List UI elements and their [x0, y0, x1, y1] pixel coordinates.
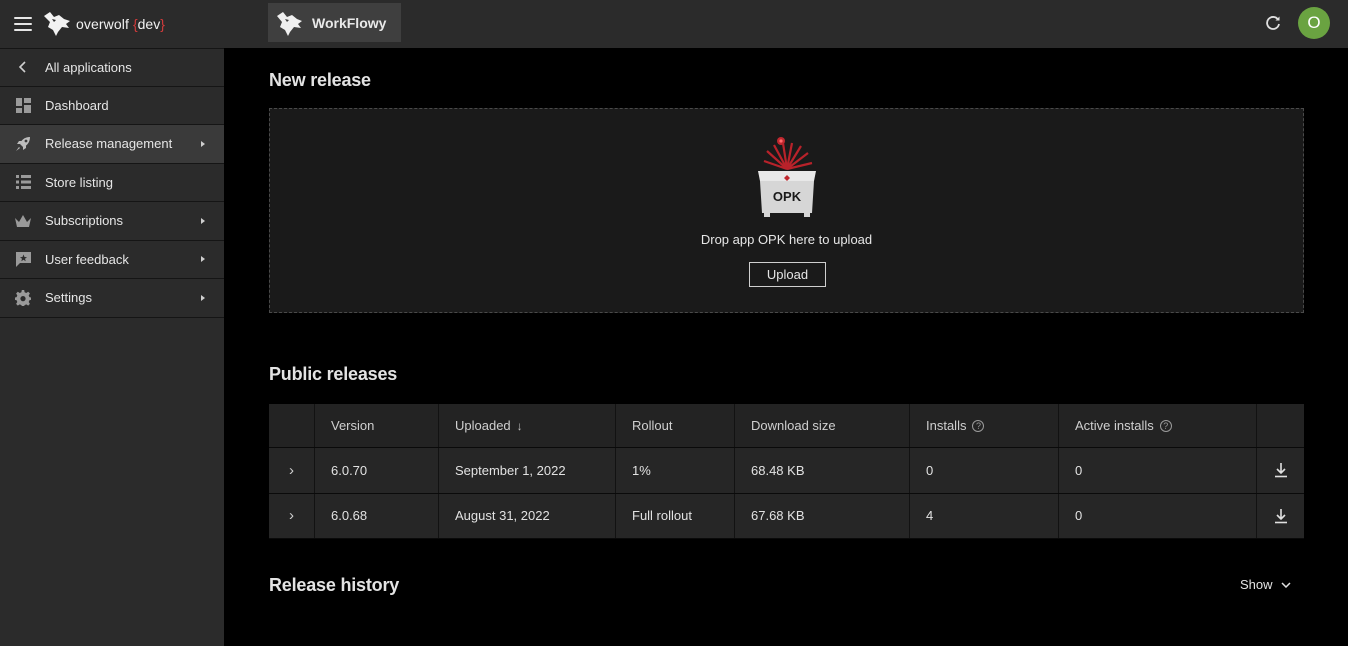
release-history-toggle[interactable]: Show — [1240, 577, 1291, 592]
opk-label: OPK — [773, 189, 802, 204]
wolf-logo-icon — [44, 12, 70, 36]
sidebar-item-user-feedback[interactable]: User feedback — [0, 241, 224, 279]
feedback-icon — [15, 251, 31, 267]
sidebar-nav: All applications Dashboard Release manag… — [0, 48, 224, 318]
new-release-title: New release — [269, 70, 371, 90]
sidebar-item-label: Settings — [45, 290, 92, 306]
dashboard-icon — [15, 97, 31, 113]
caret-right-icon — [201, 256, 205, 263]
table-header: Version Uploaded ↓ Rollout Download size … — [269, 404, 1304, 448]
rocket-icon — [15, 136, 31, 152]
column-header-version[interactable]: Version — [315, 404, 439, 447]
uploaded-cell: August 31, 2022 — [439, 493, 616, 538]
sidebar-item-dashboard[interactable]: Dashboard — [0, 87, 224, 125]
download-button[interactable] — [1257, 494, 1304, 539]
download-button[interactable] — [1257, 448, 1304, 493]
download-size-cell: 67.68 KB — [735, 493, 910, 538]
sidebar-item-subscriptions[interactable]: Subscriptions — [0, 202, 224, 241]
expand-row-button[interactable]: › — [269, 448, 315, 493]
column-header-download-size[interactable]: Download size — [735, 404, 910, 447]
upload-button[interactable]: Upload — [749, 262, 826, 287]
chevron-right-icon: › — [289, 507, 294, 525]
opk-drop-zone[interactable]: OPK Drop app OPK here to upload Upload — [269, 108, 1304, 313]
app-name: WorkFlowy — [312, 14, 387, 31]
brand-suffix: {dev} — [132, 16, 165, 32]
list-icon — [15, 174, 31, 190]
public-releases-table: Version Uploaded ↓ Rollout Download size … — [269, 404, 1304, 539]
caret-right-icon — [201, 217, 205, 224]
download-column-header — [1257, 404, 1304, 447]
caret-right-icon — [201, 140, 205, 147]
sidebar-item-store-listing[interactable]: Store listing — [0, 164, 224, 202]
sidebar-item-label: Subscriptions — [45, 213, 124, 229]
column-header-installs[interactable]: Installs? — [910, 404, 1059, 447]
version-cell: 6.0.70 — [315, 448, 439, 493]
chevron-left-icon — [15, 59, 31, 75]
app-selector[interactable]: WorkFlowy — [268, 3, 401, 42]
rollout-cell: 1% — [616, 448, 735, 493]
help-icon[interactable]: ? — [1159, 419, 1172, 432]
public-releases-title: Public releases — [269, 364, 398, 384]
download-size-cell: 68.48 KB — [735, 448, 910, 493]
sidebar-item-release-management[interactable]: Release management — [0, 125, 224, 164]
table-row: › 6.0.68 August 31, 2022 Full rollout 67… — [269, 493, 1304, 539]
column-header-rollout[interactable]: Rollout — [616, 404, 735, 447]
help-icon[interactable]: ? — [972, 419, 985, 432]
crown-icon — [15, 213, 31, 229]
menu-icon[interactable] — [14, 17, 32, 31]
sidebar-item-label: Release management — [45, 136, 173, 152]
sort-arrow-down-icon: ↓ — [516, 418, 523, 433]
sidebar-item-label: User feedback — [45, 251, 129, 267]
uploaded-cell: September 1, 2022 — [439, 448, 616, 493]
sidebar-item-settings[interactable]: Settings — [0, 279, 224, 318]
version-cell: 6.0.68 — [315, 493, 439, 538]
installs-cell: 4 — [910, 493, 1059, 538]
chevron-right-icon: › — [289, 461, 294, 479]
gear-icon — [15, 289, 31, 306]
overwolf-logo[interactable]: overwolf {dev} — [42, 10, 165, 38]
column-header-active-installs[interactable]: Active installs? — [1059, 404, 1257, 447]
download-icon — [1274, 508, 1287, 524]
chevron-down-icon — [1281, 581, 1291, 588]
avatar[interactable]: O — [1298, 7, 1330, 39]
main-content: New release OPK Drop app OPK here to upl… — [224, 48, 1348, 646]
brand-bar: overwolf {dev} — [0, 0, 224, 48]
rollout-cell: Full rollout — [616, 493, 735, 538]
topbar: WorkFlowy O — [224, 0, 1348, 48]
sidebar: overwolf {dev} All applications Dashboar… — [0, 0, 224, 646]
drop-instructions: Drop app OPK here to upload — [700, 232, 873, 247]
caret-right-icon — [201, 294, 205, 301]
refresh-icon[interactable] — [1264, 14, 1282, 32]
brand-name: overwolf — [76, 16, 129, 32]
active-installs-cell: 0 — [1059, 493, 1257, 538]
sidebar-item-label: Store listing — [45, 174, 113, 190]
release-history-title: Release history — [269, 575, 400, 595]
column-header-uploaded[interactable]: Uploaded ↓ — [439, 404, 616, 447]
expand-row-button[interactable]: › — [269, 493, 315, 538]
download-icon — [1274, 463, 1287, 478]
app-logo-icon — [277, 11, 302, 36]
sidebar-item-label: Dashboard — [45, 97, 109, 113]
expand-column-header — [269, 404, 315, 447]
installs-cell: 0 — [910, 448, 1059, 493]
sidebar-item-label: All applications — [45, 59, 132, 75]
table-row: › 6.0.70 September 1, 2022 1% 68.48 KB 0… — [269, 448, 1304, 494]
sidebar-item-all-applications[interactable]: All applications — [0, 48, 224, 87]
opk-package-icon: OPK — [758, 137, 816, 217]
active-installs-cell: 0 — [1059, 448, 1257, 493]
